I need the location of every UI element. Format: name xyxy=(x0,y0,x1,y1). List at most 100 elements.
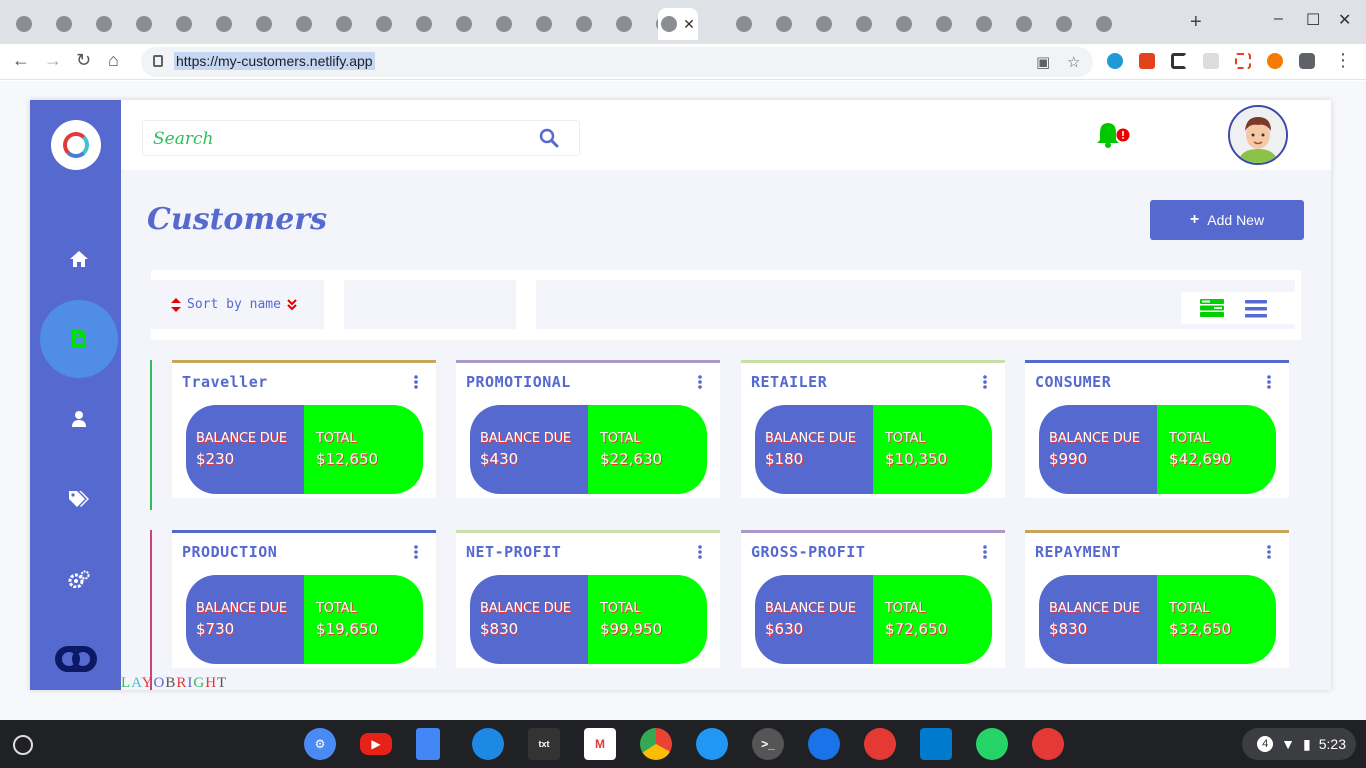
sidebar-item-home[interactable] xyxy=(40,220,118,298)
theme-toggle-icon[interactable] xyxy=(55,644,97,674)
card-menu-icon[interactable] xyxy=(983,545,987,559)
card-menu-icon[interactable] xyxy=(698,375,702,389)
address-bar[interactable]: https://my-customers.netlify.app ▣ ☆ xyxy=(141,47,1093,77)
sidebar-item-tags[interactable] xyxy=(40,460,118,538)
rocket-app-icon[interactable] xyxy=(696,728,728,760)
bookmark-star-icon[interactable]: ☆ xyxy=(1067,53,1080,71)
close-window-button[interactable]: ✕ xyxy=(1338,10,1351,30)
sidebar-item-user[interactable] xyxy=(40,380,118,458)
browser-tab[interactable] xyxy=(4,8,44,40)
kebab-menu-icon[interactable]: ⋮ xyxy=(1334,50,1352,71)
firefox-extension-icon[interactable] xyxy=(1267,53,1283,69)
maximize-button[interactable]: ☐ xyxy=(1306,10,1320,30)
browser-tab[interactable] xyxy=(484,8,524,40)
card-menu-icon[interactable] xyxy=(983,375,987,389)
gmail-app-icon[interactable]: M xyxy=(584,728,616,760)
extension-icon[interactable] xyxy=(1171,53,1187,69)
browser-tab[interactable] xyxy=(564,8,604,40)
browser-tab[interactable] xyxy=(1084,8,1124,40)
browser-tab[interactable] xyxy=(604,8,644,40)
browser-tab[interactable] xyxy=(164,8,204,40)
search-input[interactable]: Search xyxy=(142,120,580,156)
text-app-icon[interactable]: txt xyxy=(528,728,560,760)
card-menu-icon[interactable] xyxy=(414,375,418,389)
whatsapp-app-icon[interactable] xyxy=(976,728,1008,760)
card-menu-icon[interactable] xyxy=(1267,545,1271,559)
vscode-app-icon[interactable] xyxy=(920,728,952,760)
browser-tab[interactable] xyxy=(364,8,404,40)
customer-card[interactable]: PRODUCTION BALANCE DUE $730 TOTAL $19,650 xyxy=(172,530,436,668)
video-app-icon[interactable] xyxy=(864,728,896,760)
brand-letter: G xyxy=(193,675,206,691)
browser-tab[interactable] xyxy=(884,8,924,40)
home-icon[interactable]: ⌂ xyxy=(108,50,119,71)
app-logo[interactable] xyxy=(51,120,101,170)
card-menu-icon[interactable] xyxy=(698,545,702,559)
sort-by-name-control[interactable]: Sort by name xyxy=(151,280,324,329)
extension-icon[interactable] xyxy=(1235,53,1251,69)
browser-tab[interactable] xyxy=(524,8,564,40)
card-summary: BALANCE DUE $430 TOTAL $22,630 xyxy=(470,405,707,494)
add-new-button[interactable]: + Add New xyxy=(1150,200,1304,240)
terminal-app-icon[interactable]: >_ xyxy=(752,728,784,760)
back-icon[interactable]: ← xyxy=(12,50,30,71)
messages-app-icon[interactable] xyxy=(472,728,504,760)
launcher-icon[interactable] xyxy=(13,735,33,755)
new-tab-button[interactable]: + xyxy=(1190,11,1202,34)
files-app-icon[interactable] xyxy=(808,728,840,760)
skype-extension-icon[interactable] xyxy=(1107,53,1123,69)
minimize-button[interactable]: – xyxy=(1274,10,1283,28)
browser-tab[interactable] xyxy=(44,8,84,40)
forward-icon[interactable]: → xyxy=(44,50,62,71)
grid-view-icon[interactable] xyxy=(1200,299,1224,317)
docs-app-icon[interactable] xyxy=(416,728,440,760)
browser-tab[interactable] xyxy=(1044,8,1084,40)
status-tray[interactable]: 4 ▼ ▮ 5:23 xyxy=(1242,728,1356,760)
chrome-app-icon[interactable] xyxy=(640,728,672,760)
browser-tab[interactable] xyxy=(844,8,884,40)
extension-icon[interactable] xyxy=(1203,53,1219,69)
customer-card[interactable]: REPAYMENT BALANCE DUE $830 TOTAL $32,650 xyxy=(1025,530,1289,668)
browser-tab[interactable] xyxy=(204,8,244,40)
sidebar-item-customers[interactable] xyxy=(40,300,118,378)
close-tab-icon[interactable]: ✕ xyxy=(683,16,695,33)
settings-app-icon[interactable]: ⚙ xyxy=(304,728,336,760)
youtube-app-icon[interactable]: ▶ xyxy=(360,733,392,755)
browser-tab[interactable] xyxy=(404,8,444,40)
browser-tab[interactable] xyxy=(804,8,844,40)
customer-card[interactable]: Traveller BALANCE DUE $230 TOTAL $12,650 xyxy=(172,360,436,498)
browser-tab-active[interactable]: ✕ xyxy=(658,8,698,40)
browser-tab[interactable] xyxy=(84,8,124,40)
browser-tab[interactable] xyxy=(444,8,484,40)
list-view-icon[interactable] xyxy=(1245,300,1267,318)
extension-icon[interactable] xyxy=(1139,53,1155,69)
browser-tab[interactable] xyxy=(124,8,164,40)
puzzle-extensions-icon[interactable] xyxy=(1299,53,1315,69)
customer-card[interactable]: GROSS-PROFIT BALANCE DUE $630 TOTAL $72,650 xyxy=(741,530,1005,668)
search-icon[interactable] xyxy=(539,128,559,148)
balance-due-value: $990 xyxy=(1049,450,1088,468)
customer-card[interactable]: RETAILER BALANCE DUE $180 TOTAL $10,350 xyxy=(741,360,1005,498)
url-text[interactable]: https://my-customers.netlify.app xyxy=(174,52,375,70)
customer-card[interactable]: NET-PROFIT BALANCE DUE $830 TOTAL $99,950 xyxy=(456,530,720,668)
card-menu-icon[interactable] xyxy=(1267,375,1271,389)
browser-tab[interactable] xyxy=(1004,8,1044,40)
browser-tab[interactable] xyxy=(924,8,964,40)
browser-tab[interactable] xyxy=(724,8,764,40)
browser-tab[interactable] xyxy=(284,8,324,40)
notification-bell-icon[interactable] xyxy=(1097,120,1133,148)
filter-field[interactable] xyxy=(536,280,1296,329)
user-avatar[interactable] xyxy=(1228,105,1288,165)
browser-tab[interactable] xyxy=(764,8,804,40)
reload-icon[interactable]: ↻ xyxy=(76,50,91,71)
gallery-app-icon[interactable] xyxy=(1032,728,1064,760)
browser-tab[interactable] xyxy=(244,8,284,40)
card-menu-icon[interactable] xyxy=(414,545,418,559)
browser-tab[interactable] xyxy=(324,8,364,40)
customer-card[interactable]: PROMOTIONAL BALANCE DUE $430 TOTAL $22,630 xyxy=(456,360,720,498)
customer-card[interactable]: CONSUMER BALANCE DUE $990 TOTAL $42,690 xyxy=(1025,360,1289,498)
sidebar-item-settings[interactable] xyxy=(40,540,118,618)
cast-icon[interactable]: ▣ xyxy=(1036,53,1050,71)
browser-tab[interactable] xyxy=(964,8,1004,40)
filter-field[interactable] xyxy=(344,280,516,329)
